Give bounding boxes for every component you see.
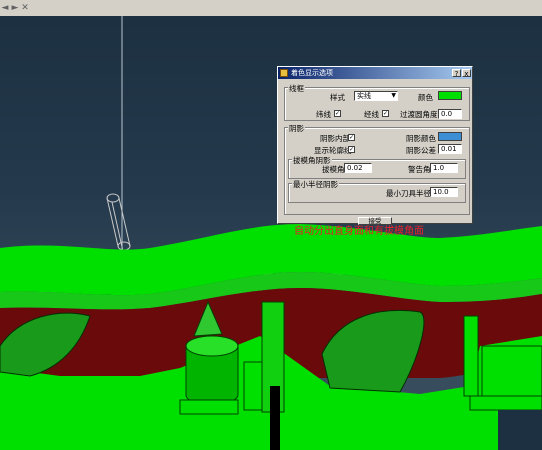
- block-4: [481, 345, 542, 397]
- lat-label: 纬线: [316, 110, 331, 119]
- block-3: [463, 315, 479, 397]
- tolerance-input[interactable]: 0.01: [438, 144, 462, 154]
- transition-angle-label: 过渡圆角度: [400, 110, 438, 119]
- warn-angle-label: 警告角: [408, 165, 431, 174]
- color-label: 颜色: [418, 93, 433, 102]
- wireframe-color-swatch[interactable]: [438, 91, 462, 100]
- wireframe-group-title: 线框: [288, 83, 305, 94]
- toolbar: ◄ ► ✕: [0, 0, 542, 17]
- dialog-app-icon: [280, 69, 288, 77]
- shading-group-title: 阴影: [288, 123, 305, 134]
- min-radius-group-title: 最小半径阴影: [292, 179, 339, 190]
- dialog-titlebar[interactable]: 着色显示选项 ? x: [278, 67, 472, 79]
- tool-wireframe: [106, 193, 131, 257]
- block-5: [469, 395, 542, 411]
- block-1: [243, 361, 263, 411]
- style-select[interactable]: 实线 ▼: [354, 91, 398, 101]
- lon-label: 经线: [364, 110, 379, 119]
- warn-angle-input[interactable]: 1.0: [430, 163, 458, 173]
- accept-button[interactable]: 接受: [358, 217, 392, 225]
- dark-slot: [270, 386, 280, 450]
- back-arrow-icon[interactable]: ◄: [0, 3, 10, 13]
- shading-options-dialog: 着色显示选项 ? x 线框 样式 实线 ▼ 颜色 纬线 ✓ 经线 ✓ 过渡圆角度…: [277, 66, 473, 225]
- shade-color-label: 阴影颜色: [406, 134, 436, 143]
- close-icon[interactable]: ✕: [20, 3, 30, 13]
- shade-inner-checkbox[interactable]: ✓: [348, 134, 355, 141]
- draft-angle-input[interactable]: 0.02: [344, 163, 372, 173]
- dark-corner: [498, 410, 542, 450]
- dialog-title: 着色显示选项: [291, 69, 333, 77]
- min-radius-label: 最小刀具半径: [386, 189, 431, 198]
- forward-arrow-icon[interactable]: ►: [10, 3, 20, 13]
- lon-checkbox[interactable]: ✓: [382, 110, 389, 117]
- help-button[interactable]: ?: [452, 69, 461, 78]
- min-radius-input[interactable]: 10.0: [430, 187, 458, 197]
- transition-angle-input[interactable]: 0.0: [438, 109, 462, 119]
- shade-color-swatch[interactable]: [438, 132, 462, 141]
- chevron-down-icon: ▼: [391, 92, 396, 99]
- lat-checkbox[interactable]: ✓: [334, 110, 341, 117]
- shade-inner-label: 阴影内部: [320, 134, 350, 143]
- close-button[interactable]: x: [462, 69, 471, 78]
- outline-checkbox[interactable]: ✓: [348, 146, 355, 153]
- draft-angle-label: 拔模角: [322, 165, 345, 174]
- tolerance-label: 阴影公差: [406, 146, 436, 155]
- style-label: 样式: [330, 93, 345, 102]
- style-select-value: 实线: [357, 92, 371, 100]
